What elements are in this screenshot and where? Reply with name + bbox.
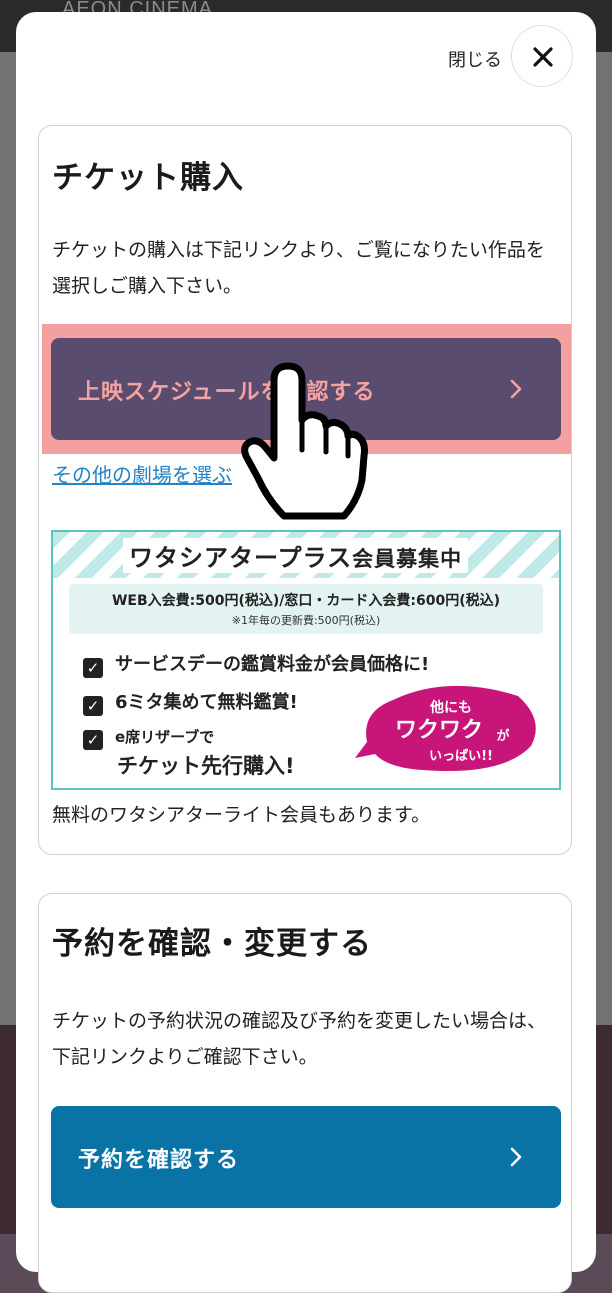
confirm-reservation-button[interactable]: 予約を確認する [51,1106,561,1208]
other-theater-link[interactable]: その他の劇場を選ぶ [52,459,232,488]
reservation-title: 予約を確認・変更する [52,926,372,962]
ticket-purchase-desc: チケットの購入は下記リンクより、ご覧になりたい作品を選択しご購入下さい。 [52,239,545,297]
reservation-desc: チケットの予約状況の確認及び予約を変更したい場合は、下記リンクよりご確認下さい。 [52,1010,547,1068]
banner-title: ワタシアタープラス会員募集中 [123,538,469,573]
bubble-line-1: 他にも [429,699,472,716]
banner-title-sub: 会員募集中 [352,547,463,571]
banner-renew-line: ※1年毎の更新費:500円(税込) [231,614,381,627]
bubble-line-3: が [496,728,509,744]
benefit-item: ✓ 6ミタ集めて無料鑑賞! [83,688,298,716]
chevron-right-icon [510,1147,522,1167]
watashiater-plus-banner[interactable]: ワタシアタープラス会員募集中 WEB入会費:500円(税込)/窓口・カード入会費… [51,530,561,790]
bubble-line-2: ワクワク [395,718,483,743]
banner-fee-box: WEB入会費:500円(税込)/窓口・カード入会費:600円(税込) ※1年毎の… [69,584,543,634]
benefit-item: ✓ サービスデーの鑑賞料金が会員価格に! [83,650,429,678]
benefit-item: ✓ e席リザーブで [83,726,214,750]
close-button[interactable] [511,25,573,87]
benefit-item-line2: チケット先行購入! [117,754,295,778]
confirm-reservation-label: 予約を確認する [78,1148,240,1173]
close-icon [533,47,553,67]
speech-bubble-icon: 他にも ワクワク が いっぱい!! [355,685,536,771]
chevron-right-icon [510,379,522,399]
checkbox-icon: ✓ [83,658,103,678]
banner-fee-line: WEB入会費:500円(税込)/窓口・カード入会費:600円(税込) [111,593,501,609]
checkbox-icon: ✓ [83,696,103,716]
close-label[interactable]: 閉じる [448,46,502,72]
lite-member-note: 無料のワタシアターライト会員もあります。 [52,804,431,826]
pointing-hand-icon [241,362,368,520]
ticket-purchase-title: チケット購入 [52,160,244,196]
checkbox-icon: ✓ [83,730,103,750]
bubble-line-4: いっぱい!! [429,748,493,764]
banner-title-main: ワタシアタープラス [129,544,353,572]
